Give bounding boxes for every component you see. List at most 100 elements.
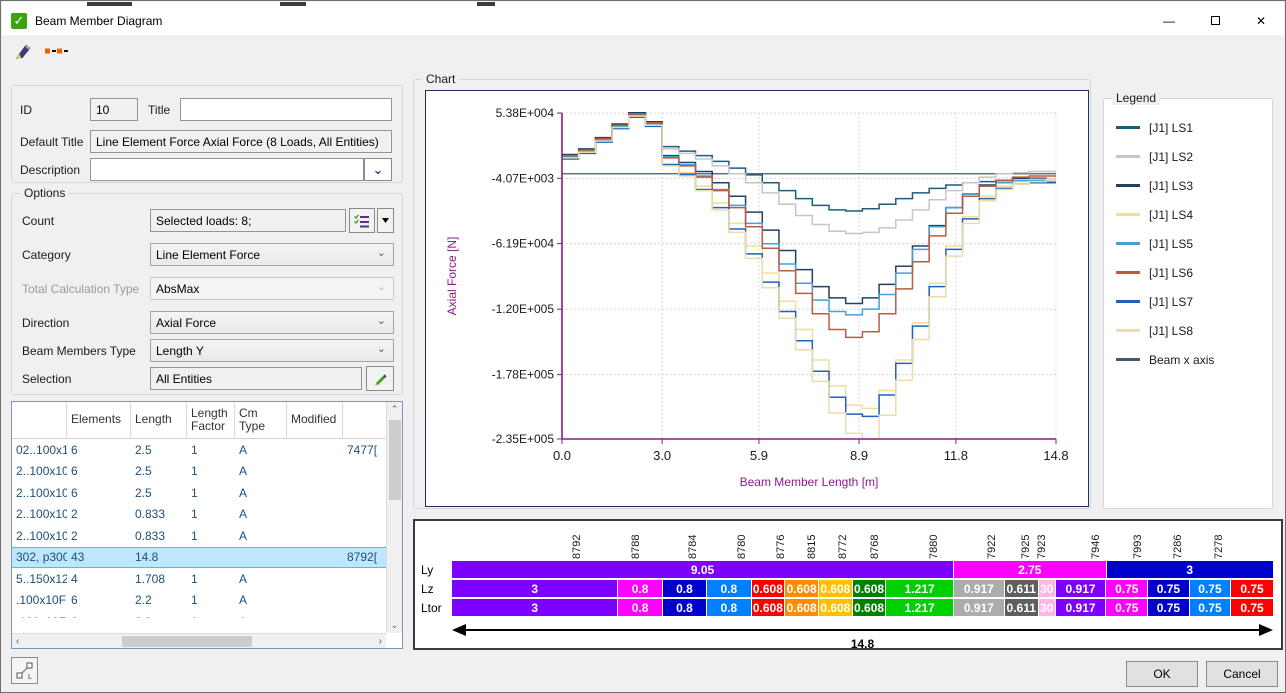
x-tick-label: 11.8 bbox=[944, 448, 968, 463]
profile-segment: 2.75 bbox=[954, 561, 1107, 578]
minimize-icon: — bbox=[1163, 14, 1175, 28]
chart-groupbox: Chart 5.38E+004-4.07E+003-6.19E+004-1.20… bbox=[413, 79, 1091, 509]
legend-line-swatch bbox=[1116, 329, 1140, 332]
chevron-down-icon: ⌄ bbox=[377, 280, 386, 293]
table-cell: 5..150x12l bbox=[12, 572, 67, 586]
table-row[interactable]: .100x10FE62.21A bbox=[12, 611, 402, 618]
title-field[interactable] bbox=[180, 98, 392, 121]
table-horizontal-scrollbar[interactable]: ‹ › bbox=[12, 633, 386, 648]
direction-combo[interactable]: Axial Force⌄ bbox=[150, 311, 394, 334]
table-row[interactable]: 302, p3004314.88792[ bbox=[12, 547, 402, 569]
element-id-label: 7278 bbox=[1213, 535, 1225, 559]
table-vertical-scrollbar[interactable]: ⌃ ⌄ bbox=[386, 402, 402, 633]
table-row[interactable]: .100x10FE62.21A bbox=[12, 590, 402, 612]
table-cell: 1 bbox=[187, 593, 235, 607]
table-cell: 6 bbox=[67, 486, 131, 500]
table-row[interactable]: 5..150x12l41.7081A bbox=[12, 568, 402, 590]
cancel-button[interactable]: Cancel bbox=[1206, 661, 1278, 687]
table-header-row: ElementsLengthLength FactorCm TypeModifi… bbox=[12, 402, 402, 439]
table-cell: 6 bbox=[67, 443, 131, 457]
table-header-cm-type[interactable]: Cm Type bbox=[235, 402, 287, 438]
legend-entry-label: [J1] LS7 bbox=[1149, 295, 1193, 309]
table-cell: 2.5 bbox=[131, 486, 187, 500]
description-dropdown-button[interactable]: ⌄ bbox=[364, 158, 392, 181]
scroll-right-icon[interactable]: › bbox=[379, 636, 382, 647]
table-row[interactable]: 2..100x10l20.8331A bbox=[12, 525, 402, 547]
pen-icon bbox=[13, 41, 33, 61]
profile-segment: 0.917 bbox=[1056, 580, 1107, 597]
scroll-down-icon[interactable]: ⌄ bbox=[387, 618, 402, 633]
legend-entry: [J1] LS2 bbox=[1116, 142, 1268, 171]
table-row[interactable]: 2..100x10l62.51A bbox=[12, 482, 402, 504]
scroll-up-icon[interactable]: ⌃ bbox=[387, 402, 402, 417]
dropdown-arrow-icon bbox=[382, 218, 389, 223]
count-dropdown-button[interactable] bbox=[377, 208, 394, 233]
table-header-modified[interactable]: Modified bbox=[287, 402, 343, 438]
title-label: Title bbox=[148, 103, 180, 117]
vertical-scroll-thumb[interactable] bbox=[389, 420, 401, 500]
element-id-label: 8768 bbox=[869, 535, 881, 559]
profile-bar: 30.80.80.80.6080.6080.6080.6081.2170.917… bbox=[452, 599, 1273, 616]
table-cell: 2 bbox=[67, 507, 131, 521]
table-cell: 14.8 bbox=[131, 550, 187, 564]
table-cell: 02..100x10 bbox=[12, 443, 67, 457]
table-row[interactable]: 2..100x10l20.8331A bbox=[12, 504, 402, 526]
profile-segment: 0.608 bbox=[785, 599, 819, 616]
table-cell: 8792[ bbox=[343, 550, 387, 564]
profile-segment: 30 bbox=[1039, 599, 1056, 616]
element-id-label: 7286 bbox=[1172, 535, 1184, 559]
y-tick-label: -4.07E+003 bbox=[492, 171, 555, 185]
y-tick-label: -1.20E+005 bbox=[492, 302, 555, 316]
minimize-button[interactable]: — bbox=[1146, 6, 1192, 35]
id-field[interactable]: 10 bbox=[90, 98, 138, 121]
legend-line-swatch bbox=[1116, 242, 1140, 245]
options-group-label: Options bbox=[20, 186, 69, 200]
profile-segment: 0.75 bbox=[1106, 580, 1148, 597]
x-tick-label: 0.0 bbox=[553, 448, 571, 463]
profile-segment: 0.917 bbox=[954, 599, 1005, 616]
line-style-tool-button[interactable] bbox=[44, 38, 70, 64]
description-field[interactable] bbox=[90, 158, 364, 181]
maximize-button[interactable] bbox=[1192, 6, 1238, 35]
legend-entry-label: Beam x axis bbox=[1149, 353, 1214, 367]
table-cell: A bbox=[235, 486, 287, 500]
arrow-right-icon bbox=[1259, 624, 1273, 636]
element-id-label: 8788 bbox=[630, 535, 642, 559]
beam-members-type-combo[interactable]: Length Y⌄ bbox=[150, 339, 394, 362]
close-button[interactable]: ✕ bbox=[1238, 6, 1284, 35]
line-element-button[interactable]: L bbox=[11, 657, 38, 684]
profile-row-label: Ltor bbox=[421, 601, 452, 615]
table-cell: 1 bbox=[187, 507, 235, 521]
select-loads-button[interactable] bbox=[349, 208, 375, 233]
total-calc-type-label: Total Calculation Type bbox=[22, 282, 150, 296]
legend-entry: [J1] LS4 bbox=[1116, 200, 1268, 229]
profile-row-ltor: Ltor30.80.80.80.6080.6080.6080.6081.2170… bbox=[421, 599, 1273, 616]
table-cell: 4 bbox=[67, 572, 131, 586]
table-header-blank-0[interactable] bbox=[12, 402, 67, 438]
pen-tool-button[interactable] bbox=[10, 38, 36, 64]
table-header-length[interactable]: Length bbox=[131, 402, 187, 438]
table-header-length-factor[interactable]: Length Factor bbox=[187, 402, 235, 438]
profile-segment: 0.75 bbox=[1106, 599, 1148, 616]
edit-selection-button[interactable] bbox=[366, 366, 394, 391]
table-cell: A bbox=[235, 615, 287, 618]
ok-button[interactable]: OK bbox=[1126, 661, 1198, 687]
profile-row-label: Ly bbox=[421, 563, 452, 577]
table-header-elements[interactable]: Elements bbox=[67, 402, 131, 438]
beam-members-type-label: Beam Members Type bbox=[22, 344, 150, 358]
app-check-icon: ✓ bbox=[11, 13, 27, 29]
profile-segment: 0.611 bbox=[1005, 580, 1039, 597]
table-row[interactable]: 02..100x1062.51A7477[ bbox=[12, 439, 402, 461]
close-icon: ✕ bbox=[1256, 14, 1266, 28]
legend-line-swatch bbox=[1116, 358, 1140, 361]
scroll-left-icon[interactable]: ‹ bbox=[16, 636, 19, 647]
horizontal-scroll-thumb[interactable] bbox=[122, 636, 252, 647]
profile-segment: 0.608 bbox=[853, 580, 887, 597]
profile-row-lz: Lz30.80.80.80.6080.6080.6080.6081.2170.9… bbox=[421, 580, 1273, 597]
table-row[interactable]: 2..100x10l62.51A bbox=[12, 461, 402, 483]
line-element-icon: L bbox=[16, 662, 34, 680]
table-header-blank-6[interactable] bbox=[343, 402, 387, 438]
profile-bars: Ly9.052.753Lz30.80.80.80.6080.6080.6080.… bbox=[421, 561, 1273, 616]
profile-segment: 0.608 bbox=[752, 580, 786, 597]
category-combo[interactable]: Line Element Force⌄ bbox=[150, 243, 394, 266]
